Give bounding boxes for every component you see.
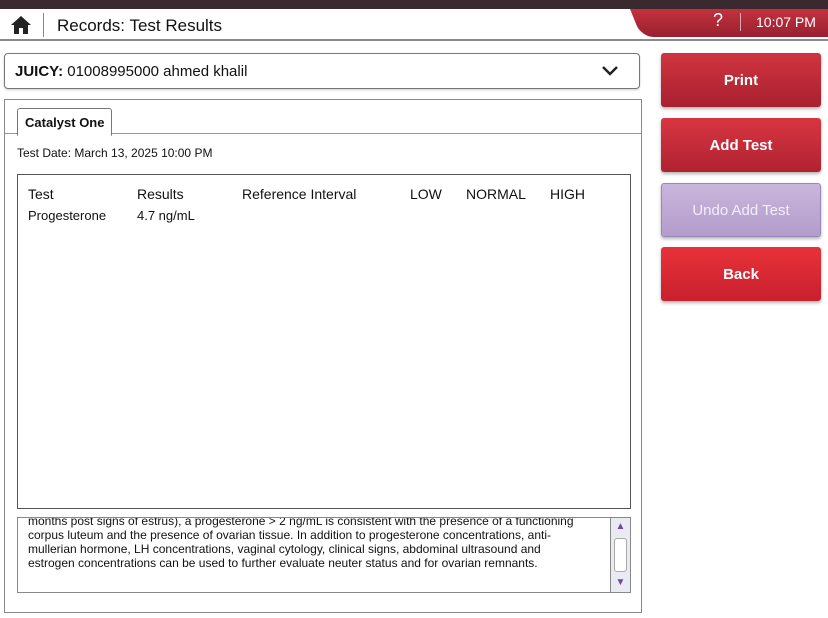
- back-button[interactable]: Back: [661, 247, 821, 301]
- scroll-up-icon[interactable]: ▲: [613, 520, 628, 534]
- status-divider: [740, 13, 741, 31]
- tab-strip: Catalyst One: [5, 106, 641, 136]
- header-divider: [43, 13, 44, 37]
- clock: 10:07 PM: [756, 14, 816, 30]
- result-value: 4.7 ng/mL: [137, 208, 195, 223]
- notes-scrollbar[interactable]: ▲ ▼: [610, 518, 630, 592]
- tab-catalyst-one[interactable]: Catalyst One: [17, 108, 113, 136]
- undo-add-test-button[interactable]: Undo Add Test: [661, 183, 821, 237]
- results-panel: Catalyst One Test Date: March 13, 2025 1…: [4, 99, 642, 613]
- page-title: Records: Test Results: [57, 16, 223, 35]
- notes-line-3: estrogen concentrations can be used to f…: [28, 556, 538, 570]
- patient-name: JUICY: 01008995000 ahmed khalil: [15, 63, 247, 80]
- top-strip: [0, 0, 828, 9]
- interpretation-notes: months post signs of estrus), a progeste…: [17, 517, 631, 593]
- patient-label: JUICY: [15, 63, 59, 80]
- column-header-high: HIGH: [550, 186, 585, 202]
- patient-dropdown[interactable]: JUICY: 01008995000 ahmed khalil: [4, 53, 640, 89]
- column-header-low: LOW: [410, 186, 442, 202]
- patient-value: 01008995000 ahmed khalil: [67, 63, 248, 80]
- column-header-normal: NORMAL: [466, 186, 526, 202]
- chevron-down-icon: [602, 66, 618, 76]
- notes-line-1: corpus luteum and the presence of ovaria…: [28, 528, 551, 542]
- results-table: Test Results Reference Interval LOW NORM…: [17, 174, 631, 509]
- notes-text: months post signs of estrus), a progeste…: [28, 517, 603, 570]
- notes-line-2: mullerian hormone, LH concentrations, va…: [28, 542, 541, 556]
- print-button[interactable]: Print: [661, 53, 821, 107]
- notes-line-partial: months post signs of estrus), a progeste…: [28, 517, 574, 528]
- patient-separator: :: [58, 63, 64, 80]
- add-test-button[interactable]: Add Test: [661, 118, 821, 172]
- help-button[interactable]: ?: [708, 10, 728, 34]
- column-header-test: Test: [28, 186, 54, 202]
- home-icon: [11, 16, 31, 34]
- test-date: Test Date: March 13, 2025 10:00 PM: [17, 146, 213, 160]
- result-test-name: Progesterone: [28, 208, 107, 223]
- scroll-thumb[interactable]: [614, 538, 627, 572]
- scroll-down-icon[interactable]: ▼: [613, 576, 628, 590]
- column-header-reference-interval: Reference Interval: [242, 186, 357, 202]
- column-header-results: Results: [137, 186, 184, 202]
- home-button[interactable]: [4, 11, 38, 39]
